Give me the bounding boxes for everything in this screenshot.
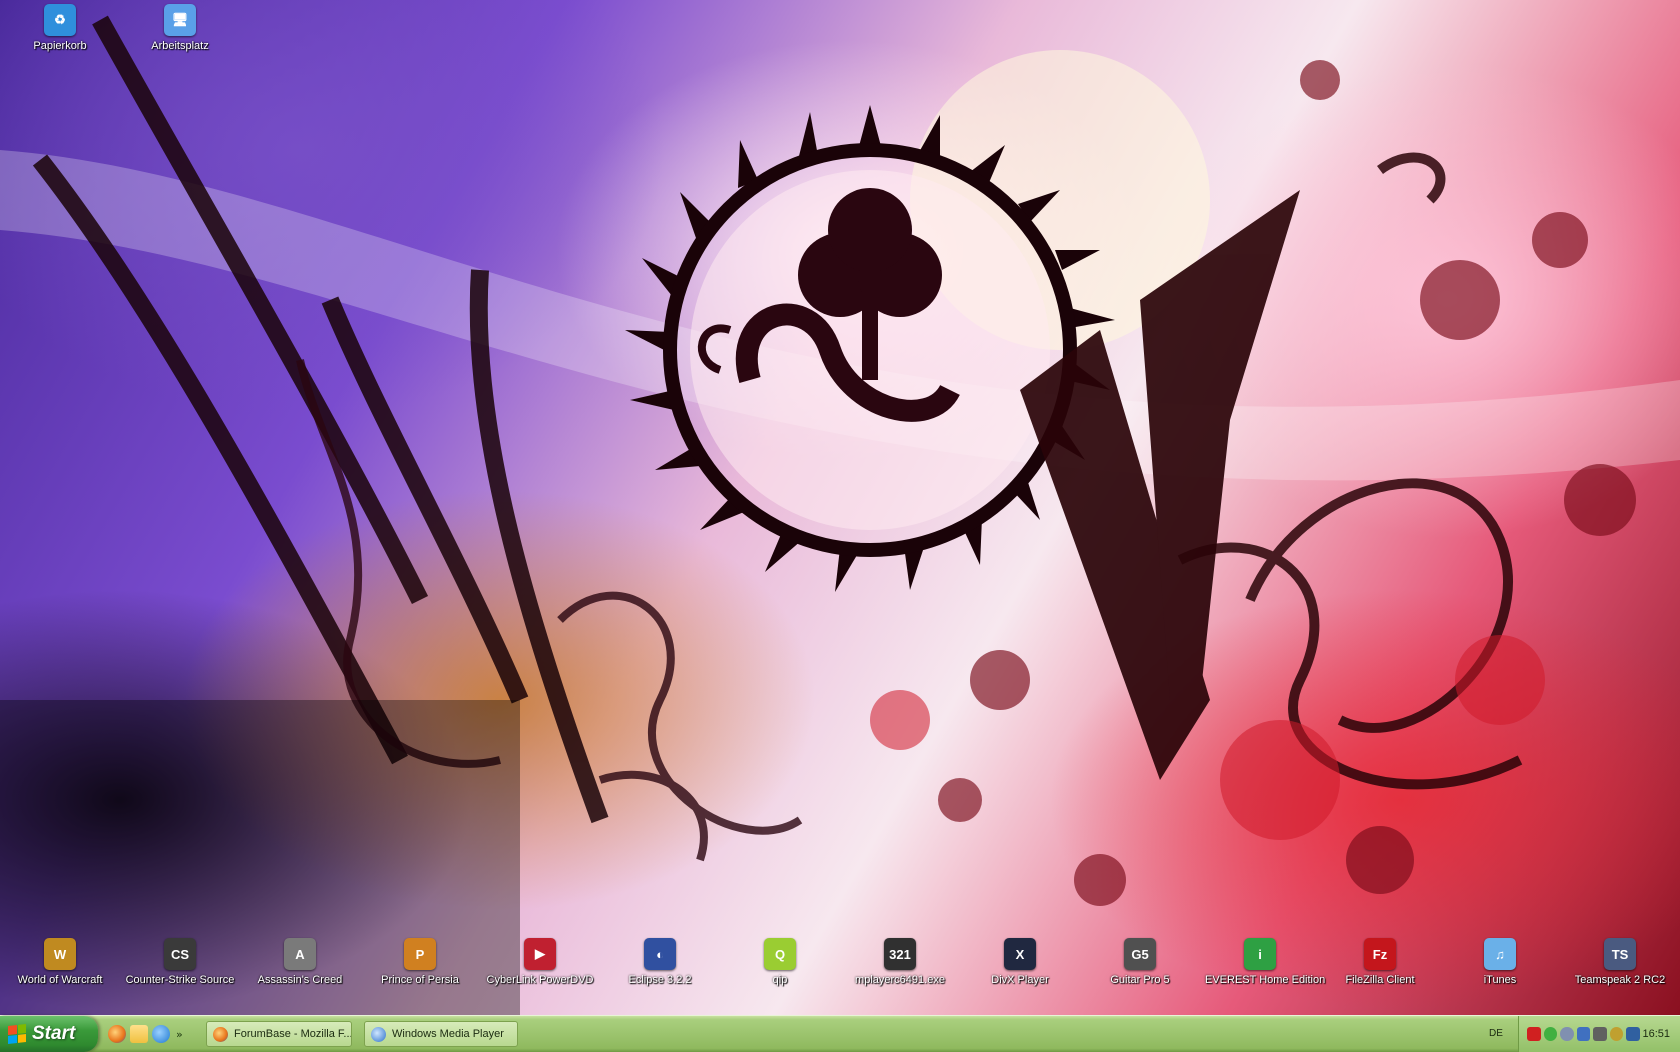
desktop-wallpaper [0, 0, 1680, 1015]
internet-explorer-icon[interactable] [152, 1025, 170, 1043]
volume-tray-icon[interactable] [1593, 1027, 1607, 1041]
desktop-shortcut[interactable]: Fz FileZilla Client [1325, 938, 1435, 986]
antivirus-tray-icon[interactable] [1527, 1027, 1541, 1041]
desktop-shortcut-label: CyberLink PowerDVD [486, 974, 594, 986]
desktop-icon-my-computer[interactable]: 🖥 Arbeitsplatz [125, 4, 235, 52]
desktop-shortcut-label: Counter-Strike Source [125, 974, 235, 986]
clock[interactable]: 16:51 [1643, 1028, 1671, 1040]
desktop-shortcut-label: iTunes [1483, 974, 1517, 986]
quick-launch-bar: » [108, 1023, 183, 1045]
everest-info-icon: i [1244, 938, 1276, 970]
filezilla-icon: Fz [1364, 938, 1396, 970]
desktop-shortcut[interactable]: P Prince of Persia [365, 938, 475, 986]
eclipse-icon: ◐ [644, 938, 676, 970]
wallpaper-artwork [0, 15, 1680, 1015]
guitar-pro-icon: G5 [1124, 938, 1156, 970]
powerdvd-icon: ▶ [524, 938, 556, 970]
firefox-icon[interactable] [108, 1025, 126, 1043]
recycle-bin-icon: ♻ [44, 4, 76, 36]
desktop-shortcut[interactable]: ♫ iTunes [1445, 938, 1555, 986]
desktop-shortcut-label: Eclipse 3.2.2 [628, 974, 692, 986]
desktop-shortcut[interactable]: i EVEREST Home Edition [1205, 938, 1326, 986]
desktop-shortcut[interactable]: X DivX Player [965, 938, 1075, 986]
desktop-icon-recycle-bin[interactable]: ♻ Papierkorb [5, 4, 115, 52]
itunes-icon: ♫ [1484, 938, 1516, 970]
taskbar-button-firefox[interactable]: ForumBase - Mozilla F... [206, 1021, 352, 1047]
teamspeak-icon: TS [1604, 938, 1636, 970]
desktop-shortcut-label: Guitar Pro 5 [1110, 974, 1170, 986]
desktop-shortcut[interactable]: G5 Guitar Pro 5 [1085, 938, 1195, 986]
firefox-icon [213, 1026, 228, 1042]
desktop-shortcut-label: DivX Player [991, 974, 1049, 986]
windows-logo-icon [8, 1024, 26, 1044]
taskbar-button-label: Windows Media Player [392, 1028, 504, 1040]
desktop-shortcut-label: Prince of Persia [381, 974, 459, 986]
desktop-shortcut[interactable]: TS Teamspeak 2 RC2 [1565, 938, 1675, 986]
taskbar: Start » ForumBase - Mozilla F... Windows… [0, 1015, 1680, 1052]
desktop-shortcut[interactable]: Qqip [725, 938, 835, 986]
counter-strike-icon: CS [164, 938, 196, 970]
desktop-shortcut[interactable]: ▶ CyberLink PowerDVD [485, 938, 595, 986]
taskbar-button-label: ForumBase - Mozilla F... [234, 1028, 352, 1040]
desktop-shortcut-label: mplayerc6491.exe [855, 974, 945, 986]
language-indicator[interactable]: DE [1480, 1026, 1512, 1042]
update-tray-icon[interactable] [1626, 1027, 1640, 1041]
desktop-shortcut-label: World of Warcraft [17, 974, 103, 986]
desktop-shortcut-label: Assassin's Creed [257, 974, 343, 986]
desktop-shortcut-label: FileZilla Client [1345, 974, 1415, 986]
desktop-icon-label: Papierkorb [33, 40, 87, 52]
divx-player-icon: X [1004, 938, 1036, 970]
desktop-shortcut-label: Teamspeak 2 RC2 [1574, 974, 1666, 986]
security-tray-icon[interactable] [1609, 1027, 1623, 1041]
desktop-shortcut-label: qip [772, 974, 788, 986]
my-computer-icon: 🖥 [164, 4, 196, 36]
qip-icon: Q [764, 938, 796, 970]
windows-media-player-icon [371, 1026, 386, 1042]
start-button[interactable]: Start [0, 1016, 98, 1052]
start-label: Start [32, 1023, 76, 1044]
desktop-shortcut[interactable]: 321 mplayerc6491.exe [845, 938, 955, 986]
desktop-shortcut[interactable]: A Assassin's Creed [245, 938, 355, 986]
folder-icon[interactable] [130, 1025, 148, 1043]
media-player-classic-icon: 321 [884, 938, 916, 970]
desktop-shortcut-label: EVEREST Home Edition [1205, 974, 1326, 986]
prince-of-persia-icon: P [404, 938, 436, 970]
quick-launch-more-button[interactable]: » [176, 1028, 183, 1041]
user-tray-icon[interactable] [1560, 1027, 1574, 1041]
desktop-shortcut[interactable]: W World of Warcraft [5, 938, 115, 986]
world-of-warcraft-icon: W [44, 938, 76, 970]
taskbar-button-windows-media-player[interactable]: Windows Media Player [364, 1021, 518, 1047]
desktop-shortcut[interactable]: CS Counter-Strike Source [125, 938, 235, 986]
network-tray-icon[interactable] [1576, 1027, 1590, 1041]
icq-tray-icon[interactable] [1543, 1027, 1557, 1041]
desktop-icon-label: Arbeitsplatz [151, 40, 209, 52]
assassins-creed-icon: A [284, 938, 316, 970]
desktop-shortcut[interactable]: ◐ Eclipse 3.2.2 [605, 938, 715, 986]
system-tray: 16:51 [1518, 1016, 1680, 1052]
